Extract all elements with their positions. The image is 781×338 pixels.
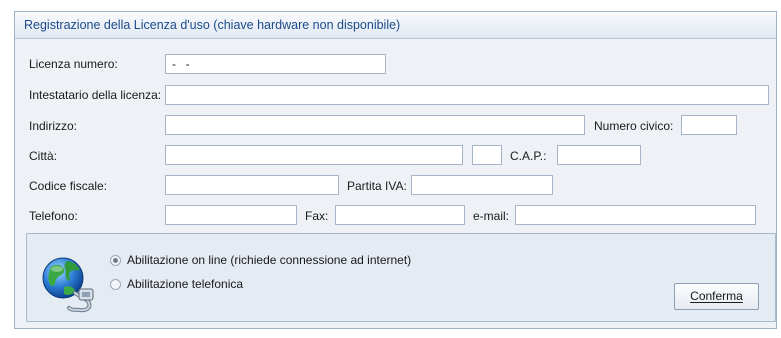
city-input[interactable] xyxy=(165,145,463,165)
street-number-input[interactable] xyxy=(681,115,737,135)
email-input[interactable] xyxy=(515,205,756,225)
tax-code-input[interactable] xyxy=(165,175,339,195)
license-number-label: Licenza numero: xyxy=(29,57,118,71)
postal-code-input[interactable] xyxy=(557,145,641,165)
holder-input[interactable] xyxy=(165,85,769,105)
group-header: Registrazione della Licenza d'uso (chiav… xyxy=(15,12,776,39)
street-number-label: Numero civico: xyxy=(594,119,674,133)
city-label: Città: xyxy=(29,149,58,163)
holder-label: Intestatario della licenza: xyxy=(29,88,162,102)
group-title: Registrazione della Licenza d'uso (chiav… xyxy=(24,18,401,32)
confirm-button[interactable]: Conferma xyxy=(674,283,759,310)
vat-number-label: Partita IVA: xyxy=(347,179,407,193)
globe-network-icon xyxy=(42,257,94,313)
phone-label: Telefono: xyxy=(29,209,78,223)
address-input[interactable] xyxy=(165,115,585,135)
online-activation-label: Abilitazione on line (richiede connessio… xyxy=(127,253,412,267)
phone-input[interactable] xyxy=(165,205,297,225)
address-label: Indirizzo: xyxy=(29,119,78,133)
vat-number-input[interactable] xyxy=(411,175,553,195)
email-label: e-mail: xyxy=(473,209,510,223)
license-number-input[interactable] xyxy=(165,54,386,74)
phone-activation-label: Abilitazione telefonica xyxy=(127,277,244,291)
tax-code-label: Codice fiscale: xyxy=(29,179,108,193)
phone-activation-radio[interactable] xyxy=(110,279,121,290)
province-input[interactable] xyxy=(472,145,502,165)
fax-label: Fax: xyxy=(305,209,329,223)
online-activation-radio[interactable] xyxy=(110,255,121,266)
postal-code-label: C.A.P.: xyxy=(510,149,547,163)
fax-input[interactable] xyxy=(335,205,465,225)
